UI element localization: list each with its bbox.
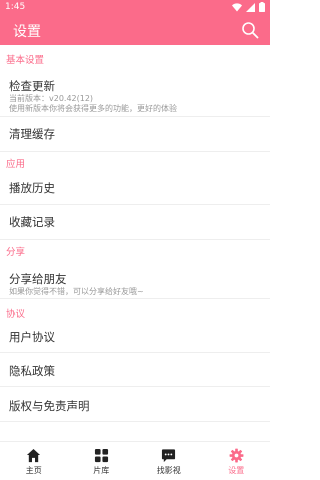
grid-icon [94, 448, 108, 463]
search-icon[interactable] [241, 21, 259, 39]
status-bar: 1:45 [0, 0, 270, 15]
copyright-disclaimer-label: 版权与免责声明 [9, 399, 90, 413]
copyright-disclaimer-item[interactable]: 版权与免责声明 [0, 387, 270, 422]
battery-icon [259, 2, 265, 12]
tab-library-label: 片库 [93, 466, 110, 475]
play-history-item[interactable]: 播放历史 [0, 171, 270, 205]
settings-icon [229, 448, 244, 463]
user-agreement-label: 用户协议 [9, 330, 55, 344]
home-icon [27, 448, 41, 463]
check-update-item[interactable]: 检查更新 当前版本：v20.42(12) 使用新版本你将会获得更多的功能，更好的… [0, 66, 270, 117]
section-header-share: 分享 [0, 240, 270, 259]
tab-library[interactable]: 片库 [68, 442, 136, 480]
tab-settings-label: 设置 [228, 466, 245, 475]
section-header-basic: 基本设置 [0, 45, 270, 66]
tab-settings[interactable]: 设置 [203, 442, 271, 480]
tab-home-label: 主页 [25, 466, 42, 475]
privacy-policy-item[interactable]: 隐私政策 [0, 353, 270, 387]
bottom-tab-bar: 主页 片库 找影视 设置 [0, 441, 270, 480]
check-update-label: 检查更新 [9, 79, 55, 93]
status-time: 1:45 [5, 2, 26, 12]
current-version-text: 当前版本：v20.42(12) [9, 94, 94, 103]
share-hint-text: 如果你觉得不错，可以分享给好友哦~ [9, 287, 144, 296]
clear-cache-label: 清理缓存 [9, 127, 55, 141]
section-header-agreement: 协议 [0, 299, 270, 320]
update-hint-text: 使用新版本你将会获得更多的功能，更好的体验 [9, 104, 177, 113]
share-item[interactable]: 分享给朋友 如果你觉得不错，可以分享给好友哦~ [0, 259, 270, 299]
settings-list: 基本设置 检查更新 当前版本：v20.42(12) 使用新版本你将会获得更多的功… [0, 45, 270, 441]
user-agreement-item[interactable]: 用户协议 [0, 320, 270, 353]
tab-find-label: 找影视 [156, 466, 181, 475]
status-icons [232, 2, 265, 12]
page-title: 设置 [13, 24, 41, 40]
app-bar: 设置 [0, 15, 270, 45]
tab-home[interactable]: 主页 [0, 442, 68, 480]
chat-icon [162, 449, 176, 463]
play-history-label: 播放历史 [9, 181, 55, 195]
tab-find[interactable]: 找影视 [135, 442, 203, 480]
section-header-app: 应用 [0, 152, 270, 171]
privacy-policy-label: 隐私政策 [9, 364, 55, 378]
signal-icon [246, 2, 255, 12]
wifi-icon [232, 2, 242, 11]
favorites-label: 收藏记录 [9, 215, 55, 229]
share-label: 分享给朋友 [9, 272, 67, 286]
favorites-item[interactable]: 收藏记录 [0, 205, 270, 240]
clear-cache-item[interactable]: 清理缓存 [0, 117, 270, 152]
